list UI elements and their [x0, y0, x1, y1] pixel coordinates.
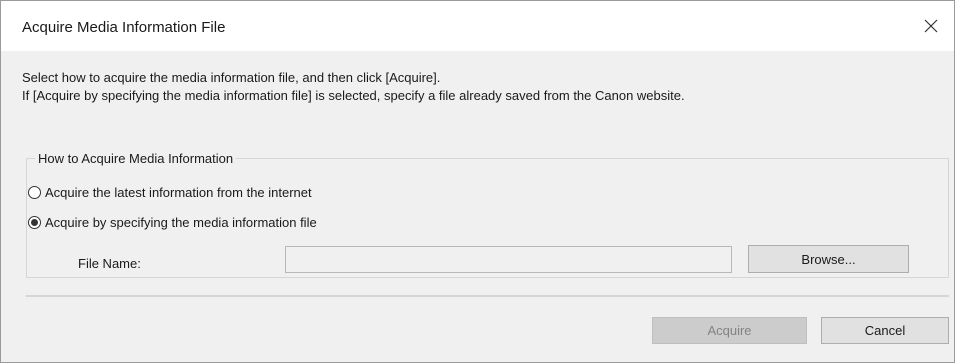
browse-button[interactable]: Browse... — [748, 245, 909, 273]
radio-button-internet[interactable] — [28, 186, 41, 199]
group-legend: How to Acquire Media Information — [35, 151, 237, 166]
footer-separator — [26, 295, 949, 297]
instruction-line-2: If [Acquire by specifying the media info… — [22, 88, 685, 103]
file-name-input[interactable] — [285, 246, 732, 273]
radio-label-internet: Acquire the latest information from the … — [45, 185, 312, 200]
radio-label-file: Acquire by specifying the media informat… — [45, 215, 317, 230]
radio-option-internet[interactable]: Acquire the latest information from the … — [28, 185, 312, 200]
dialog-title: Acquire Media Information File — [22, 19, 226, 36]
cancel-button[interactable]: Cancel — [821, 317, 949, 344]
radio-option-file[interactable]: Acquire by specifying the media informat… — [28, 215, 317, 230]
acquire-button[interactable]: Acquire — [652, 317, 807, 344]
title-bar: Acquire Media Information File — [1, 1, 954, 51]
dialog-content: Select how to acquire the media informat… — [1, 51, 954, 362]
acquire-media-dialog: Acquire Media Information File Select ho… — [0, 0, 955, 363]
radio-selected-dot — [31, 219, 38, 226]
instruction-line-1: Select how to acquire the media informat… — [22, 70, 441, 85]
close-button[interactable] — [914, 9, 948, 43]
close-icon — [924, 19, 938, 33]
file-name-label: File Name: — [78, 256, 141, 271]
radio-button-file[interactable] — [28, 216, 41, 229]
